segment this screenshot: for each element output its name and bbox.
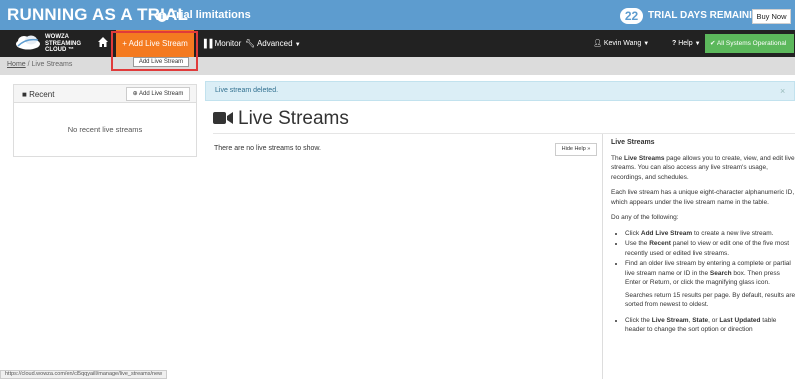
advanced-menu[interactable]: 🔧︎ Advanced ▼ [245, 30, 301, 57]
question-icon: ? [672, 40, 677, 47]
wowza-logo[interactable]: WOWZA STREAMING CLOUD ™ [14, 33, 94, 53]
hide-help-button[interactable]: Hide Help » [555, 143, 597, 156]
trial-limitations-label: Trial limitations [170, 9, 251, 21]
trial-bar: RUNNING AS A TRIAL i Trial limitations 22… [0, 0, 795, 30]
alert-banner: Live stream deleted. × [205, 81, 795, 101]
add-live-stream-tooltip: Add Live Stream [133, 57, 189, 67]
help-label: Help [678, 40, 693, 47]
caret-down-icon: ▼ [694, 41, 701, 47]
plus-circle-icon: ⊕ [132, 91, 138, 97]
check-circle-icon: ✔ [710, 40, 716, 47]
user-menu[interactable]: 👤︎ Kevin Wang ▼ [593, 30, 649, 57]
status-bar-url: https://cloud.wowza.com/en/cl5qqyaill/ma… [0, 370, 168, 379]
buy-now-button[interactable]: Buy Now [752, 9, 791, 24]
breadcrumb-home-link[interactable]: Home [7, 61, 26, 68]
video-camera-icon [213, 112, 233, 124]
trial-limitations-link[interactable]: i Trial limitations [157, 9, 251, 22]
alert-close-button[interactable]: × [780, 86, 785, 96]
empty-streams-message: There are no live streams to show. [214, 145, 321, 152]
recent-panel: ■ Recent ⊕ Add Live Stream No recent liv… [13, 84, 197, 157]
help-title: Live Streams [611, 139, 655, 146]
help-paragraph: Do any of the following: [611, 214, 679, 221]
breadcrumb: Home / Live Streams [7, 61, 72, 68]
home-icon[interactable] [97, 36, 109, 48]
help-list-item: Find an older live stream by entering a … [625, 259, 795, 288]
help-list-item: Click Add Live Stream to create a new li… [625, 229, 795, 239]
page-title-text: Live Streams [238, 108, 349, 129]
trial-days-text: TRIAL DAYS REMAINING [648, 10, 767, 21]
bar-chart-icon: ▐▐ [201, 39, 213, 48]
info-icon: i [157, 12, 167, 22]
wrench-icon: 🔧︎ [245, 39, 256, 48]
system-status-label: All Systems Operational [716, 40, 787, 47]
recent-empty-message: No recent live streams [67, 125, 143, 134]
help-panel: Live Streams The Live Streams page allow… [602, 134, 795, 379]
recent-title: ■ Recent [22, 90, 55, 99]
help-list-item: Click the Live Stream, State, or Last Up… [625, 316, 795, 335]
user-icon: 👤︎ [593, 40, 602, 47]
help-list-item: Use the Recent panel to view or edit one… [625, 239, 795, 258]
help-menu[interactable]: ? Help ▼ [672, 30, 701, 57]
help-subnote: Searches return 15 results per page. By … [625, 291, 795, 309]
help-paragraph: The Live Streams page allows you to crea… [611, 154, 795, 181]
monitor-menu[interactable]: ▐▐ Monitor [201, 30, 241, 57]
breadcrumb-current: Live Streams [31, 61, 73, 68]
recent-panel-header: ■ Recent ⊕ Add Live Stream [14, 85, 196, 103]
page-title: Live Streams [213, 108, 349, 130]
advanced-label: Advanced [256, 39, 293, 48]
cloud-logo-icon [16, 35, 40, 50]
help-list: Click Add Live Stream to create a new li… [625, 229, 795, 288]
trial-days-count: 22 [620, 8, 643, 24]
system-status-button[interactable]: ✔ All Systems Operational [705, 34, 794, 53]
help-paragraph: Each live stream has a unique eight-char… [611, 189, 795, 206]
user-name: Kevin Wang [603, 40, 642, 47]
caret-down-icon: ▼ [294, 42, 301, 48]
help-content: Live Streams The Live Streams page allow… [611, 138, 795, 336]
recent-add-live-stream-button[interactable]: ⊕ Add Live Stream [126, 87, 190, 101]
logo-text: WOWZA STREAMING CLOUD ™ [45, 34, 81, 53]
monitor-label: Monitor [214, 39, 242, 48]
help-list: Click the Live Stream, State, or Last Up… [625, 316, 795, 335]
caret-down-icon: ▼ [643, 41, 650, 47]
video-camera-icon: ■ [22, 90, 27, 99]
alert-message: Live stream deleted. [215, 87, 279, 94]
